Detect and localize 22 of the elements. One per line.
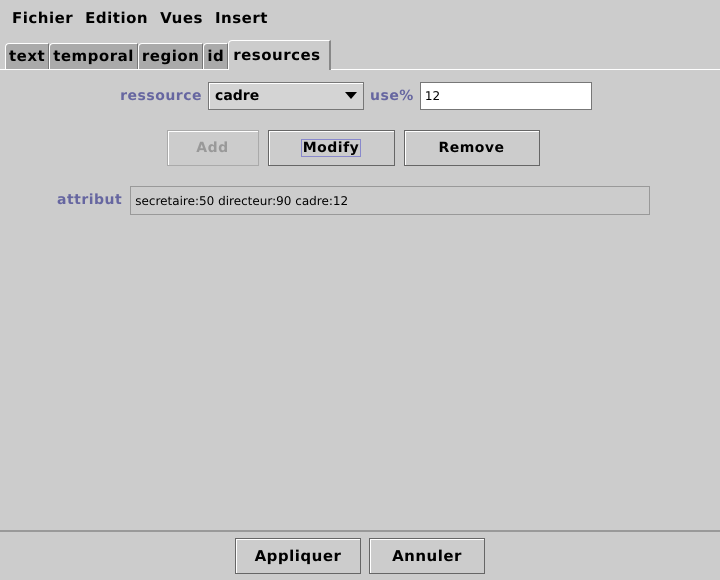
footer-button[interactable]: Annuler [369,538,485,574]
ressource-label: ressource [120,86,202,106]
menu-item[interactable]: Fichier [12,6,74,30]
tab[interactable]: id [203,43,228,69]
menu-item[interactable]: Vues [160,6,203,30]
menu-item[interactable]: Edition [85,6,148,30]
tab[interactable]: resources [228,40,331,70]
footer-button[interactable]: Appliquer [235,538,361,574]
tab[interactable]: text [5,43,50,69]
focus-ring: Remove [437,138,506,156]
tab[interactable]: temporal [49,43,138,69]
caret-icon [345,92,358,100]
menu-item[interactable]: Insert [214,6,268,30]
use-field[interactable]: 12 [420,82,592,110]
use-label: use% [370,86,414,106]
attribut-field: secretaire:50 directeur:90 cadre:12 [130,186,650,215]
focus-ring: Modify [300,138,362,156]
action-button[interactable]: Remove [404,130,540,166]
attribut-label: attribut [57,191,122,210]
action-button[interactable]: Modify [268,130,394,166]
tab[interactable]: region [138,43,204,69]
ressource-dropdown[interactable]: cadre [208,82,364,110]
